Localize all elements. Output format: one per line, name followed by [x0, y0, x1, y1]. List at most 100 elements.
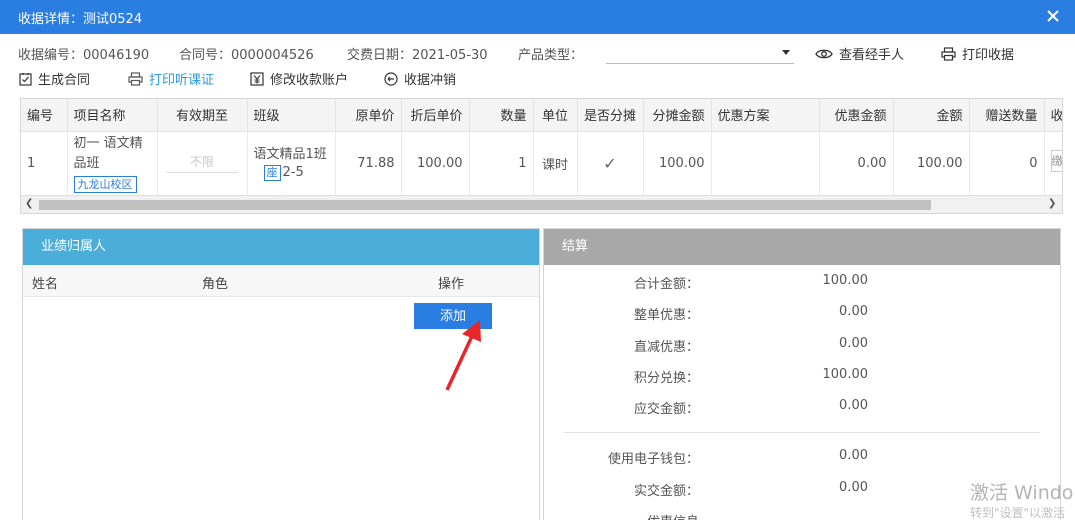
settlement-label: 合计金额：	[633, 277, 699, 292]
receipt-items-grid: 编号 项目名称 有效期至 班级 原单价 折后单价 数量 单位 是否分摊 分摊金额…	[20, 98, 1063, 214]
col-header: 有效期至	[157, 99, 248, 132]
eye-icon	[815, 49, 833, 58]
settlement-label: 应交金额：	[633, 402, 699, 417]
settlement-panel-title: 结算	[544, 229, 1060, 265]
printer-icon	[941, 46, 956, 61]
activation-watermark: 激活 Windo	[970, 482, 1074, 504]
settlement-value: 0.00	[839, 448, 868, 463]
currency-icon	[250, 71, 264, 86]
settlement-label: 使用电子钱包：	[607, 452, 699, 467]
settlement-panel: 结算 合计金额： 100.00 整单优惠： 0.00 直减优惠： 0.00 积分…	[543, 228, 1061, 520]
receipt-number: 收据编号：00046190	[18, 48, 150, 63]
settlement-label: 直减优惠：	[633, 340, 699, 355]
generate-contract-label: 生成合同	[38, 73, 91, 88]
printer-icon	[128, 71, 143, 86]
scrollbar-thumb[interactable]	[39, 200, 931, 210]
scroll-right-icon[interactable]: ❯	[1048, 199, 1058, 209]
view-handler-button[interactable]: 查看经手人	[815, 44, 904, 63]
settlement-label: 积分兑换：	[633, 371, 699, 386]
settlement-label: 优惠信息	[647, 511, 699, 520]
modify-account-label: 修改收款账户	[270, 73, 349, 88]
col-header: 收	[1044, 99, 1062, 132]
cut-cell-box[interactable]: 缴	[1050, 150, 1062, 173]
cell-valid-until[interactable]: 不限	[157, 131, 248, 195]
settlement-row-points: 积分兑换： 100.00	[544, 367, 1064, 387]
cell-discount-amount: 0.00	[819, 131, 894, 195]
col-header: 数量	[469, 99, 534, 132]
col-header: 原单价	[335, 99, 402, 132]
performance-columns: 姓名 角色 操作	[23, 265, 539, 297]
checkmark-icon: ✓	[603, 153, 617, 173]
receipt-reverse-label: 收据冲销	[404, 73, 457, 88]
cell-quantity: 1	[469, 131, 534, 195]
table-row[interactable]: 1 初一 语文精品班 九龙山校区 不限 语文精品1班 座 2-5 71.88 10…	[21, 131, 1062, 195]
col-action: 操作	[438, 277, 465, 292]
col-header: 折后单价	[401, 99, 470, 132]
col-role: 角色	[202, 277, 229, 292]
activation-watermark-sub: 转到"设置"以激活	[970, 506, 1066, 520]
grid-header-row: 编号 项目名称 有效期至 班级 原单价 折后单价 数量 单位 是否分摊 分摊金额…	[21, 99, 1062, 132]
generate-contract-button[interactable]: 生成合同	[19, 69, 90, 88]
print-receipt-button[interactable]: 打印收据	[941, 44, 1014, 63]
scroll-left-icon[interactable]: ❮	[25, 199, 35, 209]
receipt-info-row: 收据编号：00046190 合同号：0000004526 交费日期：2021-0…	[18, 44, 1075, 64]
settlement-label: 实交金额：	[633, 484, 699, 499]
col-header: 编号	[21, 99, 68, 132]
cell-class: 语文精品1班 座 2-5	[247, 131, 336, 195]
settlement-label: 整单优惠：	[633, 308, 699, 323]
annotation-arrow-icon	[445, 320, 481, 391]
settlement-row-direct-discount: 直减优惠： 0.00	[544, 336, 1064, 356]
settlement-row-payable: 应交金额： 0.00	[544, 398, 1064, 418]
print-lesson-voucher-label: 打印听课证	[149, 73, 215, 88]
cell-allocated-amount: 100.00	[643, 131, 712, 195]
col-header: 班级	[247, 99, 336, 132]
cell-amount: 100.00	[893, 131, 970, 195]
print-lesson-voucher-button[interactable]: 打印听课证	[128, 69, 214, 88]
settlement-value: 100.00	[822, 273, 869, 288]
receipt-reverse-button[interactable]: 收据冲销	[384, 69, 456, 88]
view-handler-label: 查看经手人	[839, 48, 905, 63]
performance-panel-title: 业绩归属人	[23, 229, 539, 265]
checkbox-document-icon	[19, 72, 32, 86]
settlement-row-order-discount: 整单优惠： 0.00	[544, 304, 1064, 324]
col-header: 项目名称	[67, 99, 158, 132]
dialog-title: 收据详情：测试0524	[18, 12, 143, 27]
col-header: 优惠方案	[711, 99, 820, 132]
settlement-value: 100.00	[822, 367, 869, 382]
modify-account-button[interactable]: 修改收款账户	[250, 69, 348, 88]
settlement-row-wallet: 使用电子钱包： 0.00	[544, 448, 1064, 468]
close-icon[interactable]	[1043, 6, 1063, 26]
cell-item-name: 初一 语文精品班 九龙山校区	[67, 131, 158, 195]
product-type-select[interactable]	[606, 42, 794, 64]
settlement-value: 0.00	[839, 398, 868, 413]
settlement-value: 0.00	[839, 336, 868, 351]
settlement-value: 0.00	[839, 304, 868, 319]
col-header: 是否分摊	[577, 99, 644, 132]
class-name-text: 语文精品1班	[253, 147, 327, 163]
col-header: 金额	[893, 99, 970, 132]
item-name-text: 初一 语文精品班	[73, 135, 143, 171]
horizontal-scrollbar[interactable]: ❮ ❯	[21, 195, 1062, 213]
valid-until-input[interactable]: 不限	[166, 153, 238, 174]
chevron-down-icon	[782, 50, 790, 55]
col-header: 优惠金额	[819, 99, 894, 132]
settlement-divider	[564, 432, 1040, 433]
room-text: 2-5	[282, 165, 304, 181]
cell-gift-quantity: 0	[969, 131, 1045, 195]
settlement-value: 0.00	[839, 480, 868, 495]
contract-number: 合同号：0000004526	[179, 48, 314, 63]
cell-no: 1	[21, 131, 68, 195]
room-tag: 座	[263, 165, 281, 182]
print-receipt-label: 打印收据	[962, 48, 1015, 63]
campus-tag: 九龙山校区	[73, 175, 137, 193]
col-name: 姓名	[32, 277, 59, 292]
cell-discount-plan	[711, 131, 820, 195]
cell-unit: 课时	[533, 131, 578, 195]
col-header: 分摊金额	[643, 99, 712, 132]
cell-cut: 缴	[1044, 131, 1062, 195]
product-type-label: 产品类型：	[518, 48, 584, 63]
undo-circle-icon	[384, 71, 398, 86]
settlement-row-total: 合计金额： 100.00	[544, 273, 1064, 293]
cell-original-price: 71.88	[335, 131, 402, 195]
cell-allocated: ✓	[577, 131, 644, 195]
